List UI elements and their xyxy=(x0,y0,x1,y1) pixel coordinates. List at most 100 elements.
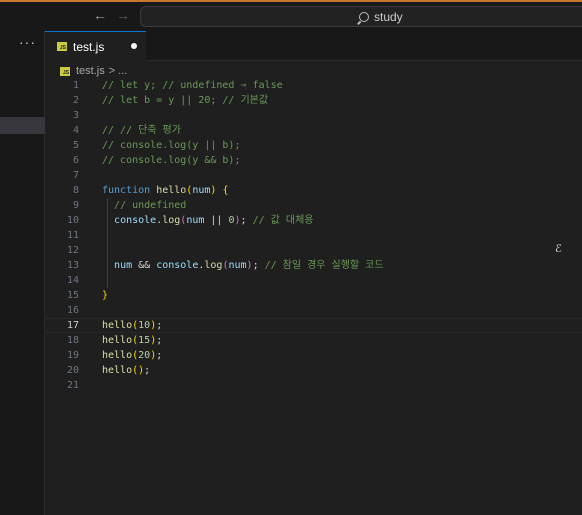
breadcrumb-symbol[interactable]: ... xyxy=(118,65,127,77)
code-line[interactable]: 4 // // 단축 평가 xyxy=(45,123,582,138)
chevron-right-icon: > xyxy=(108,65,116,77)
code-token: log xyxy=(204,260,223,271)
code-text: // let b = y || 20; // 기본값 xyxy=(102,93,268,108)
code-line[interactable]: 2 // let b = y || 20; // 기본값 xyxy=(45,93,582,108)
search-icon xyxy=(359,12,369,22)
tab-label: test.js xyxy=(73,39,105,54)
code-line[interactable]: 20 hello(); xyxy=(45,363,582,378)
line-number: 21 xyxy=(66,380,79,391)
code-token: || xyxy=(204,215,229,226)
arrow-left-icon[interactable]: ← xyxy=(93,7,107,23)
code-token: // let b = y || 20; // 기본값 xyxy=(102,95,269,106)
code-line[interactable]: 10 console.log(num || 0); // 값 대체용 xyxy=(45,213,582,228)
code-token: hello xyxy=(102,320,133,331)
line-number: 17 xyxy=(66,320,79,331)
line-number: 4 xyxy=(72,125,79,136)
line-number: 7 xyxy=(72,170,79,181)
code-text: // let y; // undefined ⇒ false xyxy=(102,78,283,93)
line-number: 11 xyxy=(66,230,79,241)
code-line[interactable]: 18 hello(15); xyxy=(45,333,582,348)
code-token: num xyxy=(192,185,211,196)
line-number: 5 xyxy=(72,140,79,151)
code-text: hello(10); xyxy=(102,319,162,332)
code-line[interactable]: 15} xyxy=(45,288,582,303)
code-line[interactable]: 3 xyxy=(45,108,582,123)
code-token: // console.log(y || b); xyxy=(102,140,241,151)
code-token: console xyxy=(114,215,157,226)
code-line[interactable]: 6 // console.log(y && b); xyxy=(45,153,582,168)
sidebar: ··· xyxy=(0,31,45,515)
code-token: hello xyxy=(102,335,133,346)
code-token: // // 단축 평가 xyxy=(102,125,181,136)
breadcrumb: JS test.js > ... xyxy=(60,64,127,78)
text-cursor-icon: ℰ xyxy=(555,242,562,255)
line-number: 2 xyxy=(72,95,79,106)
code-token: hello xyxy=(156,185,187,196)
code-token: num xyxy=(228,260,247,271)
code-token: // console.log(y && b); xyxy=(102,155,241,166)
sidebar-selected-item[interactable] xyxy=(0,117,45,134)
line-number: 16 xyxy=(66,305,79,316)
command-center-search[interactable]: study xyxy=(140,6,582,27)
code-token: 20 xyxy=(138,350,151,361)
code-token: ; xyxy=(252,260,265,271)
code-token: ; xyxy=(156,320,163,331)
code-line[interactable]: 1 // let y; // undefined ⇒ false xyxy=(45,78,582,93)
code-token: num xyxy=(186,215,205,226)
code-line[interactable]: 11 xyxy=(45,228,582,243)
arrow-right-icon[interactable]: → xyxy=(116,7,130,23)
code-text: // undefined xyxy=(102,198,186,213)
line-number: 10 xyxy=(66,215,79,226)
code-token: num xyxy=(114,260,133,271)
code-line[interactable]: 16 xyxy=(45,303,582,318)
code-text: // console.log(y || b); xyxy=(102,138,240,153)
code-line[interactable]: 12 xyxy=(45,243,582,258)
line-number: 18 xyxy=(66,335,79,346)
tab-bar: JS test.js xyxy=(45,31,582,61)
code-token: // 값 대체용 xyxy=(252,215,314,226)
code-token: function xyxy=(102,185,157,196)
code-token: log xyxy=(162,215,181,226)
code-token: // undefined xyxy=(114,200,187,211)
line-number: 6 xyxy=(72,155,79,166)
code-line[interactable]: 21 xyxy=(45,378,582,393)
title-bar: ← → study xyxy=(0,0,582,31)
code-text: // // 단축 평가 xyxy=(102,123,181,138)
code-token: // 참일 경우 실행할 코드 xyxy=(264,260,384,271)
code-line[interactable]: 19 hello(20); xyxy=(45,348,582,363)
line-number: 20 xyxy=(66,365,79,376)
code-text: hello(15); xyxy=(102,333,162,348)
line-number: 15 xyxy=(66,290,79,301)
search-label: study xyxy=(374,10,403,24)
breadcrumb-file[interactable]: test.js xyxy=(76,65,105,77)
code-line[interactable]: 5 // console.log(y || b); xyxy=(45,138,582,153)
code-token: hello xyxy=(102,350,133,361)
code-token: () xyxy=(132,365,145,376)
tab-test-js[interactable]: JS test.js xyxy=(45,31,146,61)
code-text: function hello(num) { xyxy=(102,183,228,198)
code-editor[interactable]: 1 // let y; // undefined ⇒ false 2 // let b… xyxy=(45,78,582,515)
more-actions-icon[interactable]: ··· xyxy=(19,34,36,50)
code-line[interactable]: 8 function hello(num) { xyxy=(45,183,582,198)
line-number: 14 xyxy=(66,275,79,286)
code-token: && xyxy=(132,260,157,271)
line-number: 1 xyxy=(72,80,79,91)
code-line[interactable]: 14 xyxy=(45,273,582,288)
code-token: 10 xyxy=(138,320,151,331)
line-number: 12 xyxy=(66,245,79,256)
code-line[interactable]: 7 xyxy=(45,168,582,183)
code-line[interactable]: 9 // undefined xyxy=(45,198,582,213)
line-number: 13 xyxy=(66,260,79,271)
line-number: 19 xyxy=(66,350,79,361)
code-token: { xyxy=(222,185,229,196)
code-token: // let y; // undefined ⇒ false xyxy=(102,80,283,91)
code-line[interactable]: 17 hello(10); xyxy=(45,318,582,333)
code-line[interactable]: 13 num && console.log(num); // 참일 경우 실행할… xyxy=(45,258,582,273)
code-text: } xyxy=(102,288,108,303)
unsaved-dot-icon[interactable] xyxy=(131,43,137,49)
code-text: hello(); xyxy=(102,363,150,378)
code-token: ; xyxy=(240,215,253,226)
